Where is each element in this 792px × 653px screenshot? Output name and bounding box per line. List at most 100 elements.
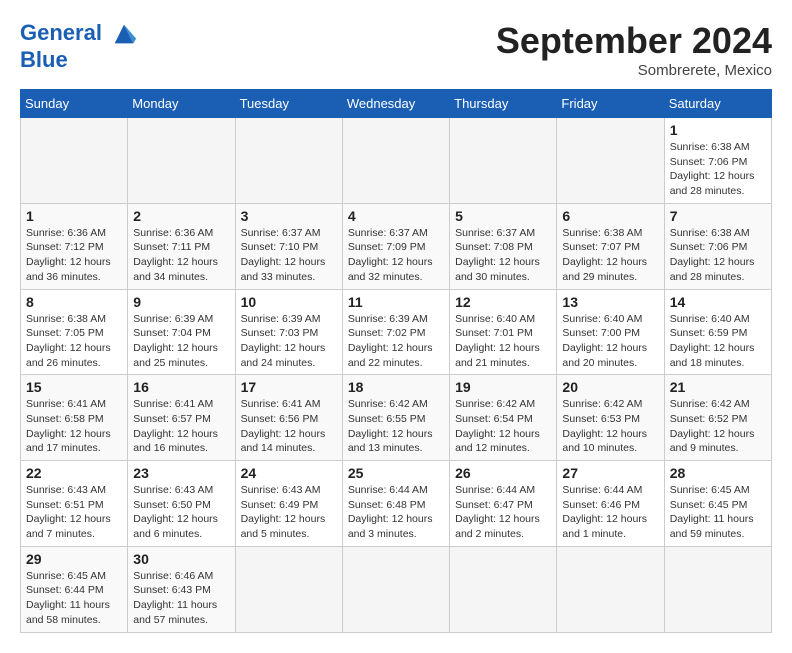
weekday-header: Monday <box>128 90 235 118</box>
calendar-week-row: 8Sunrise: 6:38 AMSunset: 7:05 PMDaylight… <box>21 289 772 375</box>
day-number: 23 <box>133 465 229 481</box>
day-number: 4 <box>348 208 444 224</box>
day-number: 29 <box>26 551 122 567</box>
day-number: 25 <box>348 465 444 481</box>
calendar-cell: 12 Sunrise: 6:40 AMSunset: 7:01 PMDayligh… <box>450 289 557 375</box>
calendar-week-row: 15 Sunrise: 6:41 AMSunset: 6:58 PMDayligh… <box>21 375 772 461</box>
day-info: Sunrise: 6:39 AMSunset: 7:02 PMDaylight:… <box>348 312 444 371</box>
calendar-cell: 29 Sunrise: 6:45 AMSunset: 6:44 PMDayligh… <box>21 546 128 632</box>
day-number: 7 <box>670 208 766 224</box>
calendar-cell <box>342 546 449 632</box>
day-info: Sunrise: 6:42 AMSunset: 6:55 PMDaylight:… <box>348 397 444 456</box>
calendar-cell: 14Sunrise: 6:40 AMSunset: 6:59 PMDayligh… <box>664 289 771 375</box>
calendar-cell <box>21 118 128 204</box>
day-info: Sunrise: 6:41 AMSunset: 6:56 PMDaylight:… <box>241 397 337 456</box>
calendar-cell: 4Sunrise: 6:37 AMSunset: 7:09 PMDaylight… <box>342 203 449 289</box>
weekday-header: Friday <box>557 90 664 118</box>
day-info: Sunrise: 6:40 AMSunset: 7:01 PMDaylight:… <box>455 312 551 371</box>
calendar-cell: 8Sunrise: 6:38 AMSunset: 7:05 PMDaylight… <box>21 289 128 375</box>
calendar-cell: 26 Sunrise: 6:44 AMSunset: 6:47 PMDayligh… <box>450 461 557 547</box>
calendar-cell: 27Sunrise: 6:44 AMSunset: 6:46 PMDayligh… <box>557 461 664 547</box>
calendar-cell <box>128 118 235 204</box>
calendar-cell <box>557 118 664 204</box>
weekday-header: Thursday <box>450 90 557 118</box>
calendar-cell <box>342 118 449 204</box>
day-info: Sunrise: 6:44 AMSunset: 6:47 PMDaylight:… <box>455 483 551 542</box>
day-info: Sunrise: 6:36 AMSunset: 7:12 PMDaylight:… <box>26 226 122 285</box>
day-number: 28 <box>670 465 766 481</box>
calendar-cell: 3 Sunrise: 6:37 AMSunset: 7:10 PMDaylight… <box>235 203 342 289</box>
day-info: Sunrise: 6:43 AMSunset: 6:51 PMDaylight:… <box>26 483 122 542</box>
day-info: Sunrise: 6:38 AMSunset: 7:06 PMDaylight:… <box>670 140 766 199</box>
calendar-cell: 2 Sunrise: 6:36 AMSunset: 7:11 PMDaylight… <box>128 203 235 289</box>
logo: General Blue <box>20 20 138 72</box>
day-number: 5 <box>455 208 551 224</box>
day-number: 19 <box>455 379 551 395</box>
day-info: Sunrise: 6:45 AMSunset: 6:44 PMDaylight:… <box>26 569 122 628</box>
logo-text: General Blue <box>20 20 138 72</box>
calendar-cell: 10 Sunrise: 6:39 AMSunset: 7:03 PMDayligh… <box>235 289 342 375</box>
day-number: 9 <box>133 294 229 310</box>
calendar-cell: 28Sunrise: 6:45 AMSunset: 6:45 PMDayligh… <box>664 461 771 547</box>
calendar-cell: 22 Sunrise: 6:43 AMSunset: 6:51 PMDayligh… <box>21 461 128 547</box>
day-info: Sunrise: 6:44 AMSunset: 6:48 PMDaylight:… <box>348 483 444 542</box>
day-number: 1 <box>26 208 122 224</box>
day-number: 10 <box>241 294 337 310</box>
day-info: Sunrise: 6:42 AMSunset: 6:53 PMDaylight:… <box>562 397 658 456</box>
calendar-table: SundayMondayTuesdayWednesdayThursdayFrid… <box>20 89 772 633</box>
day-number: 17 <box>241 379 337 395</box>
day-number: 15 <box>26 379 122 395</box>
day-info: Sunrise: 6:37 AMSunset: 7:08 PMDaylight:… <box>455 226 551 285</box>
day-number: 18 <box>348 379 444 395</box>
day-info: Sunrise: 6:38 AMSunset: 7:05 PMDaylight:… <box>26 312 122 371</box>
day-number: 30 <box>133 551 229 567</box>
calendar-cell: 17 Sunrise: 6:41 AMSunset: 6:56 PMDayligh… <box>235 375 342 461</box>
day-number: 26 <box>455 465 551 481</box>
calendar-cell: 1 Sunrise: 6:38 AMSunset: 7:06 PMDaylight… <box>664 118 771 204</box>
day-info: Sunrise: 6:38 AMSunset: 7:06 PMDaylight:… <box>670 226 766 285</box>
day-number: 6 <box>562 208 658 224</box>
day-number: 11 <box>348 294 444 310</box>
day-number: 21 <box>670 379 766 395</box>
day-number: 1 <box>670 122 766 138</box>
day-info: Sunrise: 6:40 AMSunset: 6:59 PMDaylight:… <box>670 312 766 371</box>
day-info: Sunrise: 6:41 AMSunset: 6:58 PMDaylight:… <box>26 397 122 456</box>
day-info: Sunrise: 6:39 AMSunset: 7:04 PMDaylight:… <box>133 312 229 371</box>
day-info: Sunrise: 6:44 AMSunset: 6:46 PMDaylight:… <box>562 483 658 542</box>
day-info: Sunrise: 6:41 AMSunset: 6:57 PMDaylight:… <box>133 397 229 456</box>
calendar-week-row: 1 Sunrise: 6:38 AMSunset: 7:06 PMDaylight… <box>21 118 772 204</box>
calendar-cell <box>664 546 771 632</box>
calendar-cell <box>450 118 557 204</box>
calendar-cell: 24Sunrise: 6:43 AMSunset: 6:49 PMDayligh… <box>235 461 342 547</box>
weekday-header: Sunday <box>21 90 128 118</box>
calendar-cell: 11 Sunrise: 6:39 AMSunset: 7:02 PMDayligh… <box>342 289 449 375</box>
day-number: 22 <box>26 465 122 481</box>
day-info: Sunrise: 6:37 AMSunset: 7:10 PMDaylight:… <box>241 226 337 285</box>
day-number: 12 <box>455 294 551 310</box>
calendar-cell: 20 Sunrise: 6:42 AMSunset: 6:53 PMDayligh… <box>557 375 664 461</box>
day-info: Sunrise: 6:39 AMSunset: 7:03 PMDaylight:… <box>241 312 337 371</box>
calendar-cell: 25 Sunrise: 6:44 AMSunset: 6:48 PMDayligh… <box>342 461 449 547</box>
day-info: Sunrise: 6:42 AMSunset: 6:54 PMDaylight:… <box>455 397 551 456</box>
page-header: General Blue September 2024 Sombrerete, … <box>20 20 772 79</box>
day-number: 16 <box>133 379 229 395</box>
day-info: Sunrise: 6:40 AMSunset: 7:00 PMDaylight:… <box>562 312 658 371</box>
calendar-week-row: 22 Sunrise: 6:43 AMSunset: 6:51 PMDayligh… <box>21 461 772 547</box>
weekday-header: Tuesday <box>235 90 342 118</box>
header-row: SundayMondayTuesdayWednesdayThursdayFrid… <box>21 90 772 118</box>
calendar-cell: 13Sunrise: 6:40 AMSunset: 7:00 PMDayligh… <box>557 289 664 375</box>
calendar-cell: 6Sunrise: 6:38 AMSunset: 7:07 PMDaylight… <box>557 203 664 289</box>
calendar-cell: 30Sunrise: 6:46 AMSunset: 6:43 PMDayligh… <box>128 546 235 632</box>
calendar-cell: 9 Sunrise: 6:39 AMSunset: 7:04 PMDaylight… <box>128 289 235 375</box>
calendar-cell: 21Sunrise: 6:42 AMSunset: 6:52 PMDayligh… <box>664 375 771 461</box>
calendar-week-row: 1 Sunrise: 6:36 AMSunset: 7:12 PMDaylight… <box>21 203 772 289</box>
day-number: 20 <box>562 379 658 395</box>
calendar-cell: 1 Sunrise: 6:36 AMSunset: 7:12 PMDaylight… <box>21 203 128 289</box>
calendar-cell <box>450 546 557 632</box>
month-title: September 2024 <box>496 20 772 62</box>
day-number: 2 <box>133 208 229 224</box>
day-info: Sunrise: 6:43 AMSunset: 6:50 PMDaylight:… <box>133 483 229 542</box>
day-info: Sunrise: 6:36 AMSunset: 7:11 PMDaylight:… <box>133 226 229 285</box>
calendar-cell <box>235 118 342 204</box>
day-number: 3 <box>241 208 337 224</box>
